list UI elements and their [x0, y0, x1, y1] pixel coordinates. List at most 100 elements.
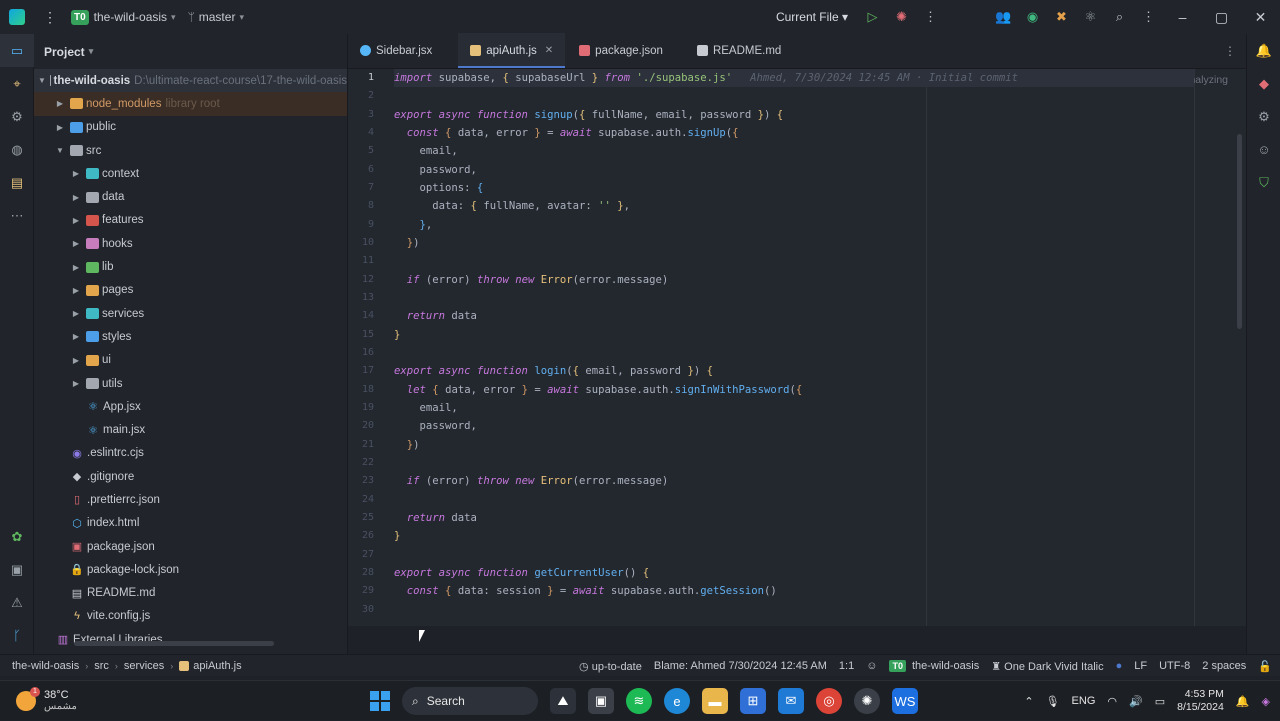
tab-readme-md[interactable]: README.md	[685, 33, 793, 68]
chatgpt-icon[interactable]: ✺	[854, 688, 880, 714]
battery-icon[interactable]: ▭	[1155, 695, 1165, 708]
terminal-icon[interactable]: ▣	[0, 553, 34, 586]
project-panel-header[interactable]: Project ▾	[34, 34, 347, 69]
tree-item-styles[interactable]: ▶ styles	[34, 325, 347, 348]
volume-icon[interactable]: 🔊	[1129, 695, 1143, 708]
line-separator[interactable]: LF	[1134, 660, 1147, 672]
breadcrumb-item[interactable]: the-wild-oasis	[12, 660, 79, 672]
language-indicator[interactable]: ENG	[1072, 695, 1096, 707]
tree-item-package-lock[interactable]: 🔒 package-lock.json	[34, 558, 347, 581]
copilot-icon[interactable]: ☺	[1247, 133, 1280, 166]
run-icon[interactable]: ▷	[858, 0, 887, 34]
tree-item-utils[interactable]: ▶ utils	[34, 372, 347, 395]
tree-item-hooks[interactable]: ▶ hooks	[34, 232, 347, 255]
commit-tool-icon[interactable]: ⌖	[0, 67, 34, 100]
tree-item-src[interactable]: ▼ src	[34, 139, 347, 162]
mail-icon[interactable]: ✉	[778, 688, 804, 714]
tree-item-ui[interactable]: ▶ ui	[34, 349, 347, 372]
lock-icon[interactable]: 🔓	[1258, 660, 1272, 673]
tree-item-main-jsx[interactable]: ⚛ main.jsx	[34, 418, 347, 441]
weather-widget[interactable]: 1 38°C مشمس	[16, 686, 77, 713]
tree-item-node-modules[interactable]: ▶ node_modules library root	[34, 92, 347, 116]
tab-apiauth-js[interactable]: apiAuth.js ✕	[458, 33, 566, 68]
search-icon[interactable]: ⌕	[1105, 0, 1134, 34]
services-icon[interactable]: ✿	[0, 520, 34, 553]
store-icon[interactable]: ⊞	[740, 688, 766, 714]
clock[interactable]: 4:53 PM 8/15/2024	[1177, 688, 1224, 714]
project-status[interactable]: T0 the-wild-oasis	[889, 660, 979, 672]
tree-item-external-libraries[interactable]: ▥ External Libraries	[34, 628, 347, 651]
code-with-me-icon[interactable]: 👥	[989, 0, 1018, 34]
github-icon[interactable]: ◍	[0, 133, 34, 166]
tree-item-readme[interactable]: ▤ README.md	[34, 582, 347, 605]
close-tab-icon[interactable]: ✕	[545, 45, 553, 56]
git-icon[interactable]: ᚴ	[0, 619, 34, 652]
branch-switcher[interactable]: master	[199, 10, 236, 24]
blame-status[interactable]: Blame: Ahmed 7/30/2024 12:45 AM	[654, 660, 827, 672]
tools-icon[interactable]: ✖	[1047, 0, 1076, 34]
ai-chat-icon[interactable]: ◆	[1247, 67, 1280, 100]
tree-item-app-jsx[interactable]: ⚛ App.jsx	[34, 395, 347, 418]
chrome-icon[interactable]: ◎	[816, 688, 842, 714]
horizontal-scrollbar[interactable]	[74, 641, 274, 646]
tree-item-eslintrc[interactable]: ◉ .eslintrc.cjs	[34, 442, 347, 465]
tab-package-json[interactable]: package.json	[567, 33, 675, 68]
maximize-icon[interactable]: ▢	[1202, 9, 1241, 26]
ai-assistant-icon[interactable]: ⚙	[1247, 100, 1280, 133]
wifi-icon[interactable]: ◠	[1107, 695, 1117, 708]
windows-start-icon[interactable]	[370, 691, 390, 711]
tree-item-features[interactable]: ▶ features	[34, 209, 347, 232]
pull-requests-icon[interactable]: ⚙	[0, 100, 34, 133]
tree-root[interactable]: ▼ the-wild-oasis D:\ultimate-react-cours…	[34, 69, 347, 93]
code-editor[interactable]: import supabase, { supabaseUrl } from '.…	[394, 69, 1194, 626]
tab-sidebar-jsx[interactable]: Sidebar.jsx	[348, 33, 444, 68]
tree-item-lib[interactable]: ▶ lib	[34, 255, 347, 278]
tree-item-public[interactable]: ▶ public	[34, 116, 347, 139]
edge-icon[interactable]: e	[664, 688, 690, 714]
tree-item-services[interactable]: ▶ services	[34, 302, 347, 325]
indent-setting[interactable]: 2 spaces	[1202, 660, 1246, 672]
close-icon[interactable]: ✕	[1241, 9, 1280, 26]
copilot-status-icon[interactable]: ☺	[866, 660, 877, 672]
ai-assistant-icon[interactable]: ◉	[1018, 0, 1047, 34]
breadcrumb-item[interactable]: services	[124, 660, 164, 672]
task-view-icon[interactable]: ▣	[588, 688, 614, 714]
theme-status[interactable]: ♜ One Dark Vivid Italic	[991, 660, 1103, 673]
project-switcher[interactable]: the-wild-oasis	[94, 10, 167, 24]
ai-status-icon[interactable]: ●	[1116, 660, 1123, 672]
tree-item-pages[interactable]: ▶ pages	[34, 279, 347, 302]
main-menu-icon[interactable]: ⋮	[43, 9, 57, 26]
tree-item-data[interactable]: ▶ data	[34, 185, 347, 208]
notification-bell-icon[interactable]: 🔔	[1236, 695, 1250, 708]
copilot-taskbar-icon[interactable]: ◈	[1262, 695, 1270, 708]
file-encoding[interactable]: UTF-8	[1159, 660, 1190, 672]
notifications-icon[interactable]: 🔔	[1247, 34, 1280, 67]
webstorm-logo-icon[interactable]	[9, 9, 25, 25]
taskbar-search[interactable]: ⌕ Search	[402, 687, 538, 715]
breadcrumb-item[interactable]: apiAuth.js	[193, 660, 241, 672]
tree-item-vite-config[interactable]: ϟ vite.config.js	[34, 605, 347, 628]
tree-item-index-html[interactable]: ⬡ index.html	[34, 512, 347, 535]
tree-item-context[interactable]: ▶ context	[34, 162, 347, 185]
caret-position[interactable]: 1:1	[839, 660, 854, 672]
structure-icon[interactable]: ▤	[0, 166, 34, 199]
spotify-icon[interactable]: ≋	[626, 688, 652, 714]
more-tools-icon[interactable]: ⋯	[0, 199, 34, 232]
tab-actions-icon[interactable]: ⋮	[1224, 44, 1236, 58]
webstorm-taskbar-icon[interactable]: WS	[892, 688, 918, 714]
tree-item-gitignore[interactable]: ◆ .gitignore	[34, 465, 347, 488]
microphone-icon[interactable]: 🎙	[1046, 695, 1060, 708]
breadcrumb-item[interactable]: src	[94, 660, 109, 672]
widgets-icon[interactable]: ⛰	[550, 688, 576, 714]
tree-item-package-json[interactable]: ▣ package.json	[34, 535, 347, 558]
shield-check-icon[interactable]: ⛉	[1247, 166, 1280, 199]
project-tool-icon[interactable]: ▭	[0, 34, 34, 67]
debug-icon[interactable]: ✺	[887, 0, 916, 34]
chevron-up-icon[interactable]: ⌃	[1024, 695, 1033, 708]
problems-icon[interactable]: ⚠	[0, 586, 34, 619]
settings-menu-icon[interactable]: ⋮	[1134, 0, 1163, 34]
vertical-scrollbar[interactable]	[1237, 134, 1242, 329]
minimize-icon[interactable]: –	[1163, 9, 1202, 25]
tree-item-prettierrc[interactable]: ▯ .prettierrc.json	[34, 488, 347, 511]
file-explorer-icon[interactable]: ▬	[702, 688, 728, 714]
